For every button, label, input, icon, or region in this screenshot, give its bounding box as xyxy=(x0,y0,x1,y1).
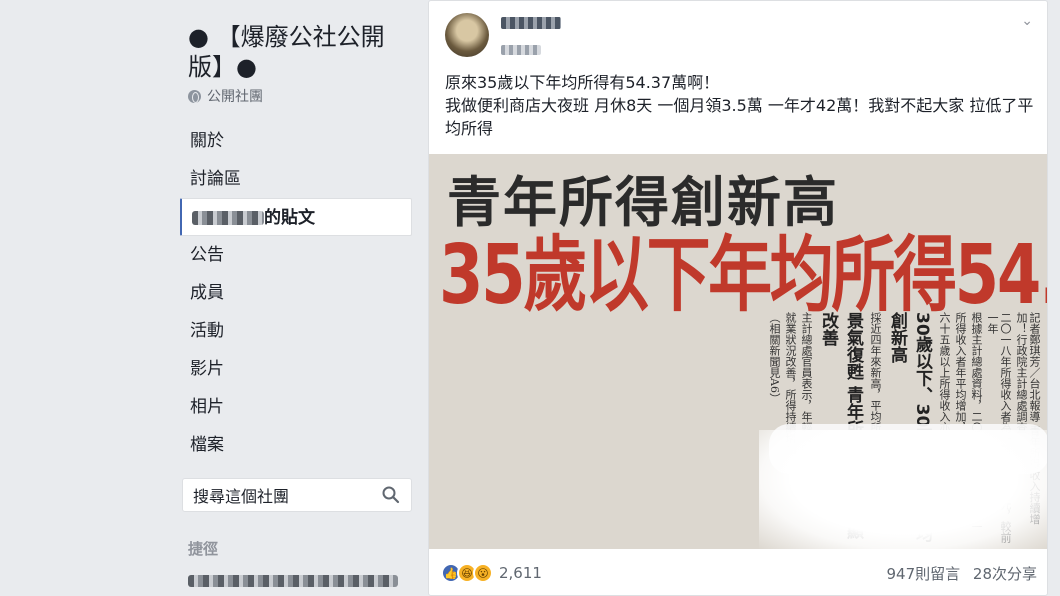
search-icon[interactable] xyxy=(381,485,401,505)
avatar[interactable] xyxy=(445,13,489,57)
post-stats: 947則留言 28次分享 xyxy=(878,563,1037,584)
post-footer: 👍 😆 😮 2,611 947則留言 28次分享 xyxy=(429,549,1047,595)
redacted-shortcut xyxy=(188,574,398,587)
post-card: ⌄ 原來35歲以下年均所得有54.37萬啊！ 我做便利商店大夜班 月休8天 一個… xyxy=(428,0,1048,596)
shortcuts-heading: 捷徑 xyxy=(188,540,219,558)
group-sidebar: ● 【爆廢公社公開版】● 公開社團 關於 討論區 的貼文 公告 成員 活動 影片… xyxy=(180,0,415,596)
group-nav: 關於 討論區 的貼文 公告 成員 活動 影片 相片 檔案 xyxy=(180,122,412,464)
reactions-summary[interactable]: 👍 😆 😮 2,611 xyxy=(441,563,542,583)
nav-label: 相片 xyxy=(190,397,224,417)
news-headline-large: 35歲以下年均所得54.37萬 xyxy=(439,228,1047,323)
redaction-overlay xyxy=(759,430,1047,549)
nav-label: 活動 xyxy=(190,321,224,341)
nav-item-user-posts[interactable]: 的貼文 xyxy=(180,198,412,236)
post-image-newspaper[interactable]: 青年所得創新高 35歲以下年均所得54.37萬 記者鄭琪芳／台北報導 青年所得收… xyxy=(429,154,1047,549)
group-privacy-label: 公開社團 xyxy=(207,89,263,105)
nav-item-announcements[interactable]: 公告 xyxy=(180,236,412,274)
shares-count-link[interactable]: 28次分享 xyxy=(973,565,1037,583)
nav-label: 討論區 xyxy=(190,169,241,189)
nav-item-members[interactable]: 成員 xyxy=(180,274,412,312)
nav-item-videos[interactable]: 影片 xyxy=(180,350,412,388)
search-placeholder: 搜尋這個社團 xyxy=(193,487,290,506)
wow-reaction-icon: 😮 xyxy=(473,563,493,583)
group-search-input[interactable]: 搜尋這個社團 xyxy=(182,478,412,512)
nav-item-discussion[interactable]: 討論區 xyxy=(180,160,412,198)
redacted-timestamp[interactable] xyxy=(501,45,541,55)
comments-count-link[interactable]: 947則留言 xyxy=(886,565,960,583)
nav-item-events[interactable]: 活動 xyxy=(180,312,412,350)
chevron-down-icon[interactable]: ⌄ xyxy=(1021,13,1033,29)
post-text-line: 原來35歲以下年均所得有54.37萬啊！ xyxy=(445,73,720,92)
reaction-count: 2,611 xyxy=(499,564,542,582)
group-privacy: 公開社團 xyxy=(188,86,263,106)
nav-label: 的貼文 xyxy=(264,208,315,228)
redacted-author-name[interactable] xyxy=(501,17,561,29)
nav-item-files[interactable]: 檔案 xyxy=(180,426,412,464)
post-text-line: 我做便利商店大夜班 月休8天 一個月領3.5萬 一年才42萬！我對不起大家 拉低… xyxy=(445,96,1034,138)
nav-item-about[interactable]: 關於 xyxy=(180,122,412,160)
nav-item-photos[interactable]: 相片 xyxy=(180,388,412,426)
redacted-name xyxy=(192,211,264,225)
post-text: 原來35歲以下年均所得有54.37萬啊！ 我做便利商店大夜班 月休8天 一個月領… xyxy=(445,71,1035,140)
group-title[interactable]: ● 【爆廢公社公開版】● xyxy=(188,22,408,82)
nav-label: 關於 xyxy=(190,131,224,151)
nav-label: 影片 xyxy=(190,359,224,379)
nav-label: 公告 xyxy=(190,245,224,265)
shortcut-item-redacted[interactable] xyxy=(188,570,408,588)
nav-label: 成員 xyxy=(190,283,224,303)
nav-label: 檔案 xyxy=(190,435,224,455)
globe-icon xyxy=(188,89,201,103)
